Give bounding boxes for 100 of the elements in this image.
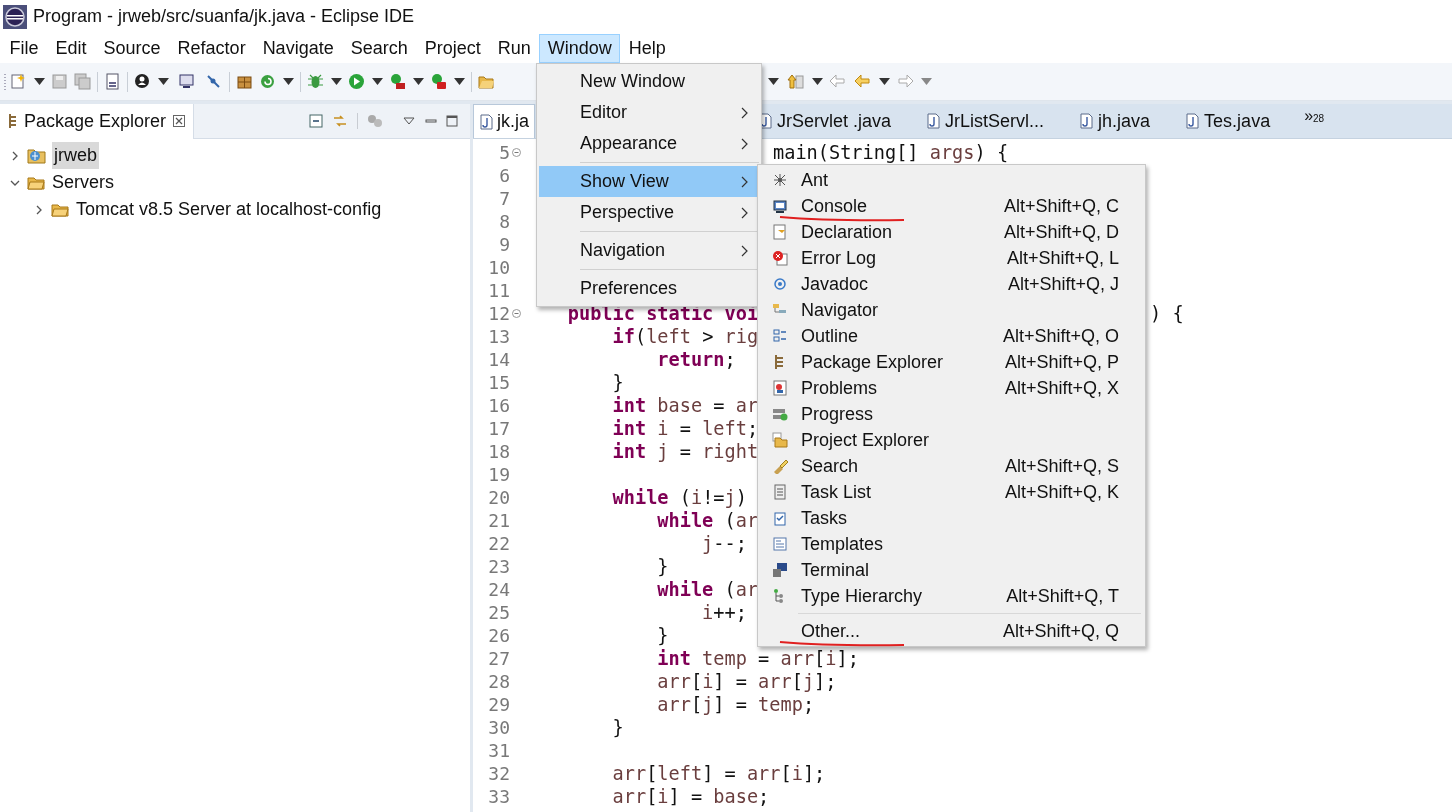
menu-item[interactable]: Outline Alt+Shift+Q, O [758, 323, 1145, 349]
view-tab[interactable]: Package Explorer [0, 103, 195, 139]
editor-tab[interactable]: Tes.java [1182, 104, 1275, 138]
at-sign-icon [772, 276, 788, 292]
java-file-icon [480, 113, 493, 130]
menu-item[interactable]: Refactor [169, 33, 255, 63]
terminal-icon [772, 562, 788, 578]
play-icon [348, 73, 365, 90]
line-number: 23 [487, 555, 510, 579]
line-number: 14 [487, 348, 510, 372]
line-number: 16 [487, 394, 510, 418]
menu-item[interactable]: Terminal [758, 557, 1145, 583]
code-line: arr[left] = arr[i]; [611, 762, 826, 785]
menu-item[interactable]: Editor [539, 97, 759, 128]
error-log-icon [772, 250, 788, 266]
line-number: 24 [487, 578, 510, 602]
tree-item[interactable]: Tomcat v8.5 Server at localhost-config [74, 196, 384, 223]
caret-icon [371, 78, 383, 85]
menu-item[interactable]: Source [95, 33, 170, 63]
progress-icon [772, 406, 788, 422]
editor-tab[interactable]: jh.java [1076, 104, 1155, 138]
menu-item[interactable]: Tasks [758, 505, 1145, 531]
window-title: Program - jrweb/src/suanfa/jk.java - Eclipse IDE [33, 5, 415, 28]
code-line: i++; [701, 601, 747, 624]
menu-item[interactable]: Navigation [539, 228, 759, 266]
line-number: 8 [498, 210, 510, 234]
menu-item[interactable]: Run [489, 33, 540, 63]
caret-icon [767, 78, 779, 85]
code-line: int i = left; [611, 417, 759, 440]
fold-icon[interactable] [512, 309, 521, 318]
maximize-icon[interactable] [446, 115, 458, 127]
editor-tab[interactable]: JrListServl... [923, 104, 1049, 138]
menu-item[interactable]: Package Explorer Alt+Shift+Q, P [758, 349, 1145, 375]
menu-item[interactable]: Perspective [539, 197, 759, 228]
pin-icon [204, 73, 222, 90]
menu-item[interactable]: Problems Alt+Shift+Q, X [758, 375, 1145, 401]
code-line: if(left > rig [611, 325, 759, 348]
menu-item[interactable]: Appearance [539, 128, 759, 159]
menu-item[interactable]: Navigator [758, 297, 1145, 323]
ant-icon [772, 172, 788, 188]
fold-icon[interactable] [512, 148, 521, 157]
menu-item[interactable]: Project Explorer [758, 427, 1145, 453]
line-number: 11 [487, 279, 510, 303]
upload-icon [786, 73, 804, 90]
menu-item[interactable]: Search [342, 33, 417, 63]
monitor-icon [772, 198, 788, 214]
menu-item[interactable]: Help [620, 33, 675, 63]
line-number: 28 [487, 670, 510, 694]
project-folder-icon [772, 432, 788, 448]
menu-item[interactable]: Ant [758, 167, 1145, 193]
code-line: arr[i] = arr[j]; [656, 670, 837, 693]
back-icon [829, 73, 846, 90]
menu-item[interactable]: Navigate [254, 33, 343, 63]
code-line: } [611, 716, 624, 739]
close-icon[interactable] [173, 115, 186, 127]
tree-item[interactable]: jrweb [52, 142, 99, 169]
line-number: 32 [487, 762, 510, 786]
outline-icon [772, 328, 788, 344]
menu-item[interactable]: Type Hierarchy Alt+Shift+Q, T [758, 583, 1145, 609]
editor-tab[interactable]: jk.ja [473, 104, 535, 138]
grip-icon[interactable] [3, 72, 7, 91]
collapse-all-icon[interactable] [309, 114, 323, 128]
caret-icon [412, 78, 424, 85]
menu-item[interactable]: Other... Alt+Shift+Q, Q [758, 609, 1145, 644]
line-number: 27 [487, 647, 510, 671]
caret-icon [811, 78, 823, 85]
menu-item[interactable]: Console Alt+Shift+Q, C [758, 193, 1145, 219]
line-number: 10 [487, 256, 510, 280]
line-number: 26 [487, 624, 510, 648]
view-title: Package Explorer [24, 109, 167, 133]
menu-item[interactable]: Window [539, 33, 621, 63]
view-menu-icon[interactable] [402, 116, 416, 126]
caret-icon [330, 78, 342, 85]
folder-icon [51, 201, 69, 218]
menu-item[interactable]: Error Log Alt+Shift+Q, L [758, 245, 1145, 271]
code-line: } [656, 624, 669, 647]
code-line: while (ar [656, 578, 759, 601]
menu-item[interactable]: New Window [539, 66, 759, 97]
menu-item[interactable]: Edit [47, 33, 96, 63]
menu-item[interactable]: Javadoc Alt+Shift+Q, J [758, 271, 1145, 297]
menu-item[interactable]: Progress [758, 401, 1145, 427]
code-line: } [611, 371, 624, 394]
more-tabs-button[interactable]: »28 [1304, 104, 1325, 138]
menu-item[interactable]: Task List Alt+Shift+Q, K [758, 479, 1145, 505]
menu-item[interactable]: Declaration Alt+Shift+Q, D [758, 219, 1145, 245]
code-line: main(String[] args) { [773, 141, 1009, 164]
caret-icon [920, 78, 932, 85]
line-number: 22 [487, 532, 510, 556]
menu-item[interactable]: Search Alt+Shift+Q, S [758, 453, 1145, 479]
menu-item[interactable]: Project [416, 33, 490, 63]
code-line: j--; [701, 532, 747, 555]
save-all-icon [74, 73, 91, 90]
person-icon [134, 73, 151, 90]
tree-item[interactable]: Servers [50, 169, 116, 196]
menu-item[interactable]: Templates [758, 531, 1145, 557]
line-number: 5 [498, 141, 510, 165]
monitor-icon [177, 73, 195, 90]
menu-item[interactable]: Preferences [539, 266, 759, 304]
menu-item[interactable]: File [1, 33, 47, 63]
list-icon [772, 484, 788, 500]
